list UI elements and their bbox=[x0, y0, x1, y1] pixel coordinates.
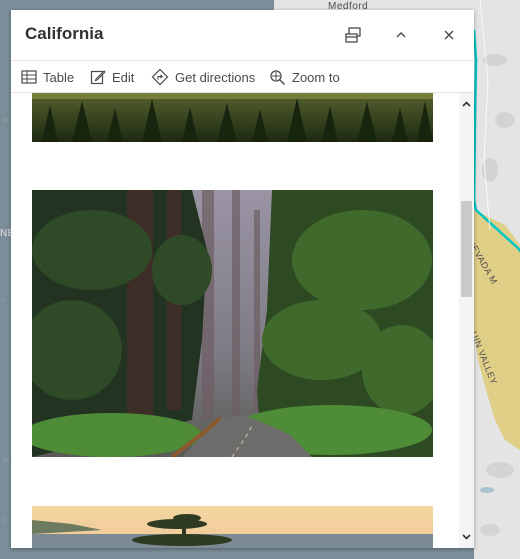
close-button[interactable] bbox=[438, 24, 460, 46]
scroll-down-button[interactable] bbox=[459, 529, 474, 544]
feature-popup: California Table Edit Get directions Zoo… bbox=[11, 10, 474, 548]
redwood-road-image bbox=[32, 190, 433, 457]
table-action[interactable]: Table bbox=[21, 68, 74, 86]
popup-scrollbar[interactable] bbox=[459, 93, 474, 548]
popup-content[interactable] bbox=[11, 93, 459, 548]
forest-treetops-image bbox=[32, 93, 433, 142]
dock-button[interactable] bbox=[342, 24, 364, 46]
zoom-to-icon bbox=[270, 69, 286, 85]
popup-title: California bbox=[25, 24, 104, 43]
coastal-sunset-image bbox=[32, 506, 433, 548]
edit-action[interactable]: Edit bbox=[90, 68, 134, 86]
chevron-up-icon bbox=[462, 101, 471, 107]
get-directions-action[interactable]: Get directions bbox=[151, 68, 255, 86]
table-icon bbox=[21, 70, 37, 84]
collapse-button[interactable] bbox=[390, 24, 412, 46]
zoom-to-action-label: Zoom to bbox=[292, 69, 340, 85]
close-icon bbox=[444, 30, 454, 40]
zoom-to-action[interactable]: Zoom to bbox=[269, 68, 340, 86]
popup-action-bar: Table Edit Get directions Zoom to bbox=[11, 60, 474, 93]
edit-action-label: Edit bbox=[112, 69, 135, 85]
directions-icon bbox=[151, 68, 169, 86]
edit-icon bbox=[90, 70, 106, 85]
table-action-label: Table bbox=[43, 69, 75, 85]
dock-icon bbox=[345, 27, 361, 43]
popup-header: California bbox=[11, 10, 474, 60]
scroll-up-button[interactable] bbox=[459, 97, 474, 112]
scrollbar-thumb[interactable] bbox=[461, 201, 472, 297]
chevron-up-icon bbox=[396, 32, 406, 38]
chevron-down-icon bbox=[462, 534, 471, 540]
get-directions-action-label: Get directions bbox=[175, 69, 256, 85]
